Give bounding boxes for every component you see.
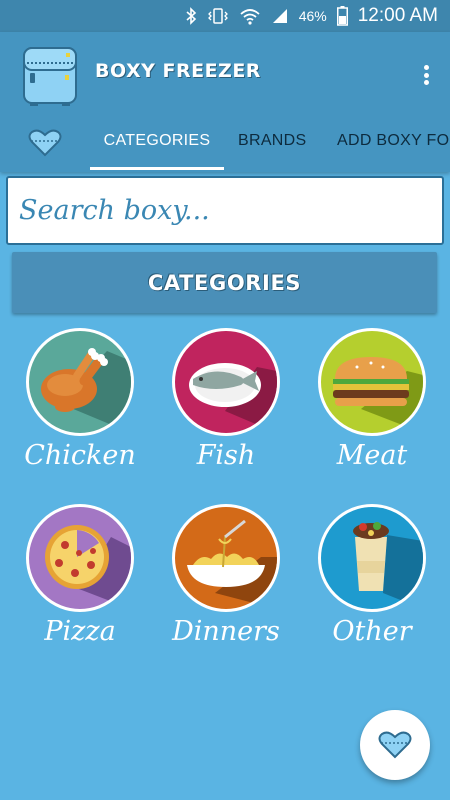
tab-brands[interactable]: BRANDS xyxy=(238,124,306,172)
battery-icon xyxy=(336,6,348,26)
freezer-logo-icon xyxy=(22,45,78,107)
chicken-icon xyxy=(26,328,134,436)
category-other[interactable]: Other xyxy=(302,504,442,664)
tab-add-boxy-food-label: ADD BOXY FOO xyxy=(337,132,450,149)
category-pizza[interactable]: Pizza xyxy=(10,504,150,664)
status-clock: 12:00 AM xyxy=(357,5,438,26)
category-chicken[interactable]: Chicken xyxy=(10,328,150,488)
section-header-categories: CATEGORIES xyxy=(12,252,437,313)
search-field[interactable] xyxy=(6,176,444,245)
category-label: Meat xyxy=(336,440,408,471)
bluetooth-icon xyxy=(185,7,197,25)
app-bar: BOXY FREEZER CATEGORIES BRANDS ADD BOXY … xyxy=(0,32,450,172)
tab-favorites[interactable] xyxy=(28,128,62,158)
category-label: Dinners xyxy=(172,616,280,647)
overflow-menu-icon[interactable] xyxy=(418,62,434,88)
category-dinners[interactable]: Dinners xyxy=(156,504,296,664)
category-label: Chicken xyxy=(24,440,136,471)
wifi-icon xyxy=(239,7,261,25)
spaghetti-icon xyxy=(172,504,280,612)
burrito-icon xyxy=(318,504,426,612)
burger-icon xyxy=(318,328,426,436)
category-label: Pizza xyxy=(44,616,116,647)
tab-categories-label: CATEGORIES xyxy=(103,132,211,149)
search-input[interactable] xyxy=(8,178,442,243)
app-title: BOXY FREEZER xyxy=(95,60,261,82)
category-fish[interactable]: Fish xyxy=(156,328,296,488)
section-header-label: CATEGORIES xyxy=(147,270,302,295)
category-label: Fish xyxy=(196,440,256,471)
tab-brands-label: BRANDS xyxy=(238,132,307,149)
tab-categories[interactable]: CATEGORIES xyxy=(90,124,224,172)
tab-bar: CATEGORIES BRANDS ADD BOXY FOO xyxy=(0,124,450,172)
status-bar: 46% 12:00 AM xyxy=(0,0,450,32)
vibrate-icon xyxy=(207,7,229,25)
battery-percent: 46% xyxy=(298,8,327,24)
category-label: Other xyxy=(332,616,412,647)
pizza-icon xyxy=(26,504,134,612)
tab-active-indicator xyxy=(90,167,224,170)
signal-icon xyxy=(271,7,289,25)
heart-icon xyxy=(28,129,62,157)
favorites-fab[interactable] xyxy=(360,710,430,780)
heart-icon xyxy=(378,731,412,759)
category-meat[interactable]: Meat xyxy=(302,328,442,488)
tab-add-boxy-food[interactable]: ADD BOXY FOO xyxy=(337,124,450,172)
fish-icon xyxy=(172,328,280,436)
